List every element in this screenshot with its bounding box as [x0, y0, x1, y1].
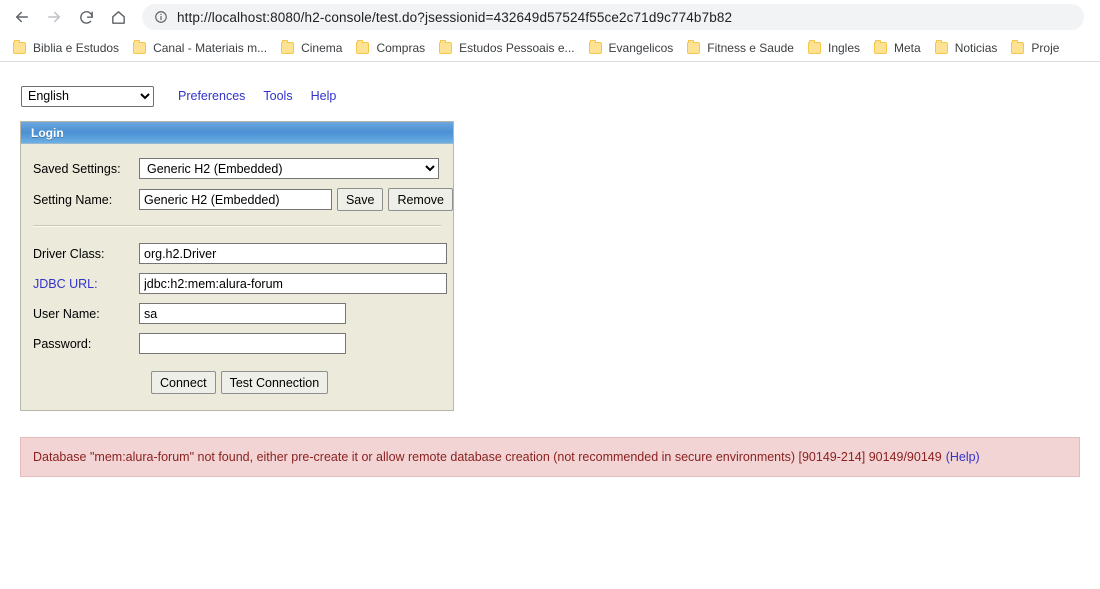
bookmark-label: Cinema	[301, 40, 343, 55]
bookmark-item[interactable]: Meta	[867, 37, 928, 59]
forward-arrow-icon	[40, 3, 68, 31]
bookmark-label: Meta	[894, 40, 921, 55]
bookmark-label: Biblia e Estudos	[33, 40, 120, 55]
password-input[interactable]	[139, 333, 346, 354]
user-name-row: User Name:	[21, 303, 453, 324]
browser-chrome: http://localhost:8080/h2-console/test.do…	[0, 0, 1100, 62]
user-name-label: User Name:	[33, 306, 100, 321]
bookmark-item[interactable]: Estudos Pessoais e...	[432, 37, 581, 59]
h2-toolbar: English Preferences Tools Help	[0, 62, 1100, 108]
preferences-link[interactable]: Preferences	[178, 89, 245, 103]
folder-icon	[807, 39, 821, 54]
tools-link[interactable]: Tools	[263, 89, 292, 103]
connect-button[interactable]: Connect	[151, 371, 216, 394]
h2-console-page: English Preferences Tools Help Login Sav…	[0, 62, 1100, 477]
folder-icon	[588, 39, 602, 54]
bookmarks-bar: Biblia e Estudos Canal - Materiais m... …	[0, 34, 1100, 61]
browser-nav-bar: http://localhost:8080/h2-console/test.do…	[0, 0, 1100, 34]
driver-class-row: Driver Class:	[21, 243, 453, 264]
login-panel-title: Login	[31, 125, 64, 140]
bookmark-item[interactable]: Biblia e Estudos	[6, 37, 126, 59]
back-arrow-icon[interactable]	[8, 3, 36, 31]
error-message-bar: Database "mem:alura-forum" not found, ei…	[20, 437, 1080, 477]
language-select[interactable]: English	[21, 85, 154, 107]
folder-icon	[439, 39, 453, 54]
bookmark-label: Ingles	[827, 40, 861, 55]
bookmark-label: Canal - Materiais m...	[153, 40, 268, 55]
user-name-input[interactable]	[139, 303, 346, 324]
bookmark-label: Evangelicos	[608, 40, 674, 55]
password-row: Password:	[21, 333, 453, 354]
error-message-text: Database "mem:alura-forum" not found, ei…	[33, 449, 942, 464]
login-panel: Login Saved Settings: Generic H2 (Embedd…	[20, 121, 454, 411]
folder-icon	[687, 39, 701, 54]
folder-icon	[1011, 39, 1025, 54]
login-form: Saved Settings: Generic H2 (Embedded) Se…	[21, 144, 453, 410]
bookmark-item[interactable]: Fitness e Saude	[680, 37, 801, 59]
login-panel-header: Login	[21, 122, 453, 144]
bookmark-label: Noticias	[954, 40, 998, 55]
info-circle-icon[interactable]	[154, 10, 168, 24]
saved-settings-row: Saved Settings: Generic H2 (Embedded)	[21, 158, 453, 179]
folder-icon	[356, 39, 370, 54]
error-help-link[interactable]: (Help)	[946, 450, 980, 464]
bookmark-label: Compras	[376, 40, 426, 55]
form-divider	[33, 225, 441, 227]
home-icon[interactable]	[104, 3, 132, 31]
bookmark-item[interactable]: Evangelicos	[582, 37, 681, 59]
test-connection-button[interactable]: Test Connection	[220, 371, 329, 394]
address-bar[interactable]: http://localhost:8080/h2-console/test.do…	[142, 4, 1084, 30]
bookmark-item[interactable]: Canal - Materiais m...	[126, 37, 274, 59]
bookmark-item[interactable]: Compras	[349, 37, 432, 59]
folder-icon	[13, 39, 26, 54]
jdbc-url-input[interactable]	[139, 273, 447, 294]
driver-class-input[interactable]	[139, 243, 447, 264]
help-link[interactable]: Help	[311, 89, 337, 103]
bookmark-item[interactable]: Proje	[1004, 37, 1066, 59]
folder-icon	[874, 39, 888, 54]
folder-icon	[281, 39, 295, 54]
bookmark-item[interactable]: Noticias	[928, 37, 1005, 59]
bookmark-label: Fitness e Saude	[707, 40, 794, 55]
address-bar-url: http://localhost:8080/h2-console/test.do…	[177, 9, 733, 25]
setting-name-input[interactable]	[139, 189, 332, 210]
setting-name-row: Setting Name: Save Remove	[21, 188, 453, 211]
jdbc-url-label-link[interactable]: JDBC URL:	[33, 277, 139, 291]
bookmark-label: Estudos Pessoais e...	[459, 40, 575, 55]
remove-button[interactable]: Remove	[388, 188, 453, 211]
folder-icon	[934, 39, 948, 54]
driver-class-label: Driver Class:	[33, 246, 105, 261]
setting-name-label: Setting Name:	[33, 192, 113, 207]
reload-icon[interactable]	[72, 3, 100, 31]
saved-settings-label: Saved Settings:	[33, 161, 121, 176]
save-button[interactable]: Save	[336, 188, 384, 211]
bookmark-label: Proje	[1031, 40, 1060, 55]
bookmark-item[interactable]: Cinema	[274, 37, 349, 59]
folder-icon	[133, 39, 147, 54]
saved-settings-select[interactable]: Generic H2 (Embedded)	[139, 158, 439, 179]
login-actions: Connect Test Connection	[21, 371, 453, 394]
jdbc-url-row: JDBC URL:	[21, 273, 453, 294]
bookmark-item[interactable]: Ingles	[801, 37, 867, 59]
password-label: Password:	[33, 336, 92, 351]
